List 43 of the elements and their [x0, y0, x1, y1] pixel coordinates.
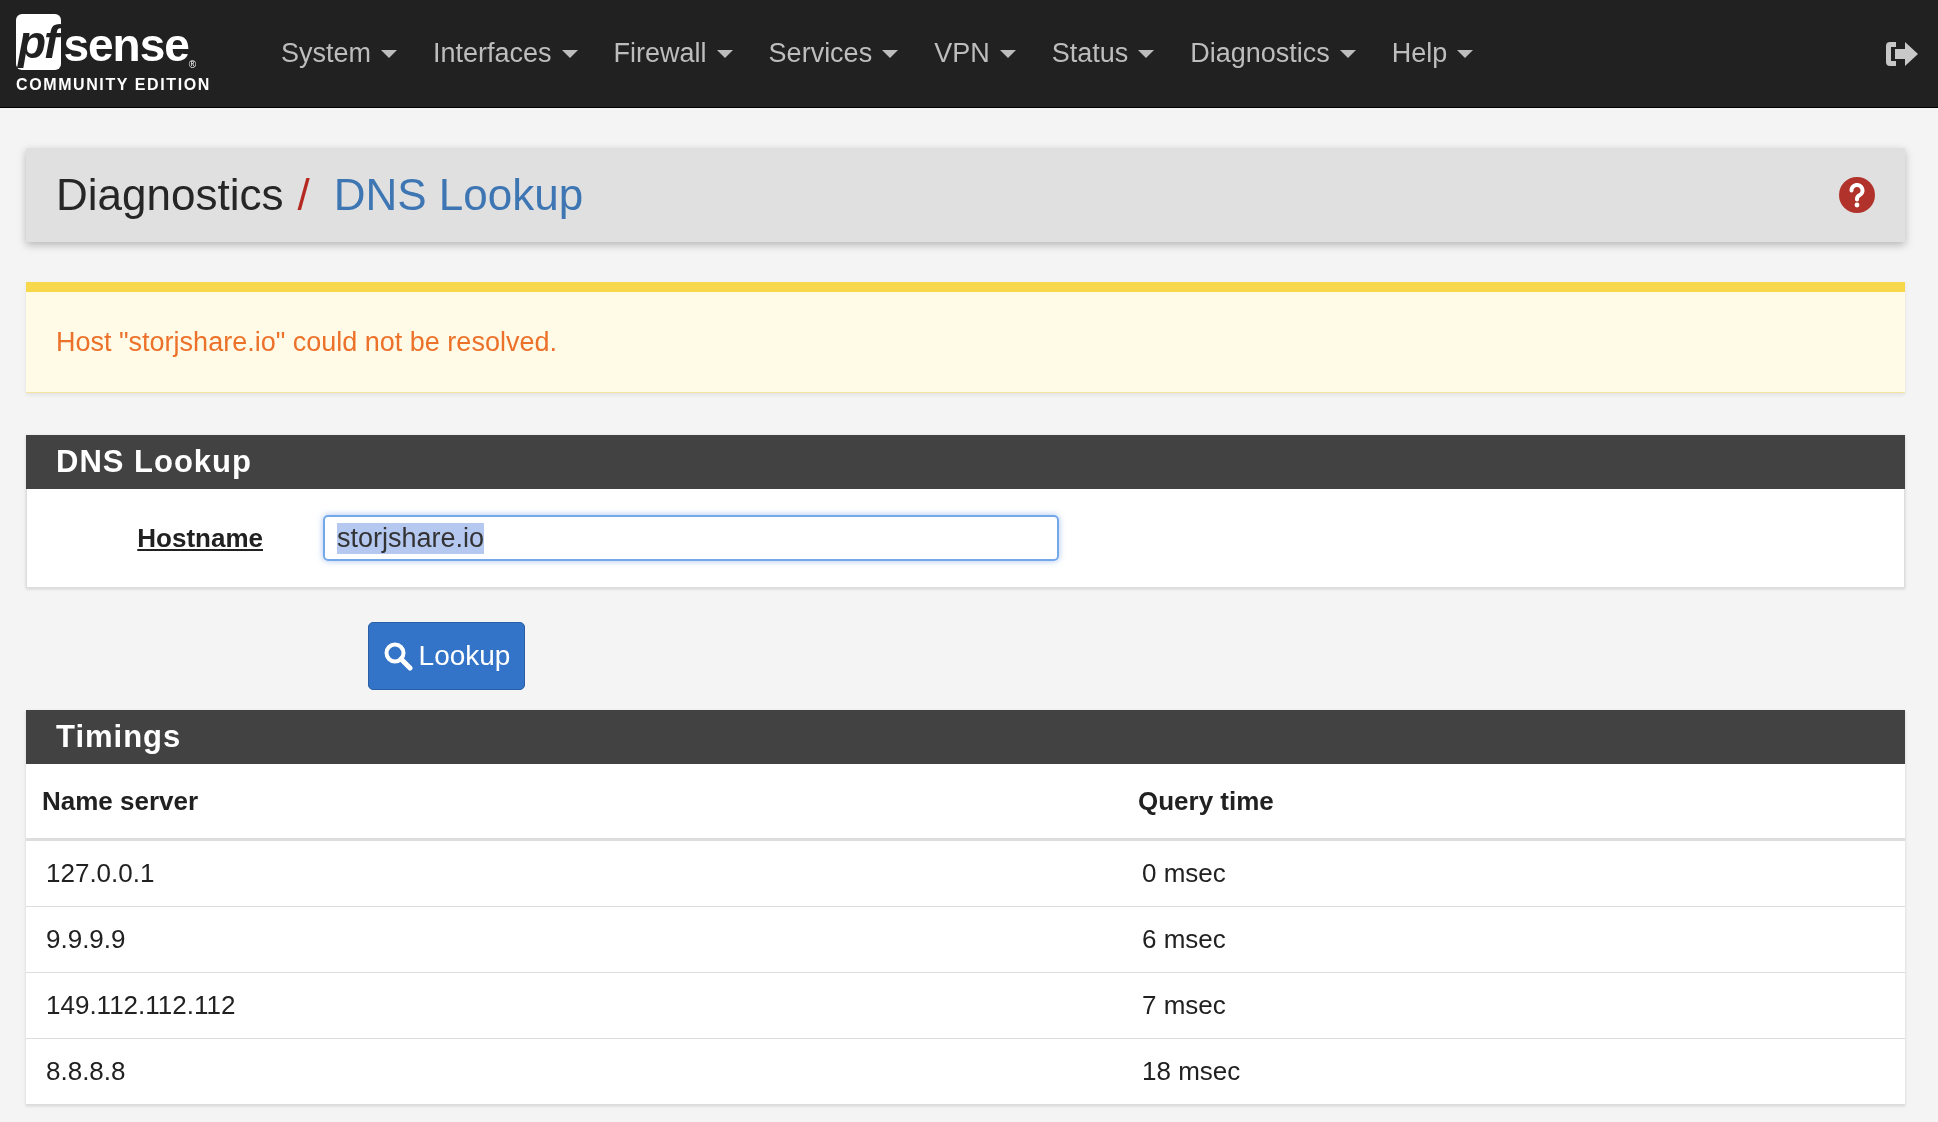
logo-name: sense — [63, 19, 189, 70]
search-icon — [382, 641, 413, 671]
caret-icon — [561, 49, 578, 58]
caret-icon — [1138, 49, 1155, 58]
panel-title: Timings — [56, 719, 182, 755]
hostname-label: Hostname — [136, 522, 264, 554]
table-cell: 18 msec — [1122, 1038, 1905, 1105]
caret-icon — [381, 49, 398, 58]
nav-menu-item[interactable]: Interfaces — [433, 38, 578, 69]
logo-tagline: COMMUNITY EDITION — [16, 75, 211, 94]
nav-menu-item[interactable]: Diagnostics — [1190, 38, 1356, 69]
caret-icon — [882, 49, 899, 58]
caret-icon — [999, 49, 1016, 58]
logo[interactable]: pfsense® COMMUNITY EDITION — [16, 13, 231, 94]
breadcrumb-separator: / — [297, 170, 310, 220]
lookup-button[interactable]: Lookup — [368, 622, 525, 690]
nav-menu-item[interactable]: VPN — [934, 38, 1016, 69]
table-cell: 127.0.0.1 — [26, 839, 1122, 907]
table-cell: 9.9.9.9 — [26, 906, 1122, 973]
table-cell: 6 msec — [1122, 906, 1905, 973]
table-cell: 149.112.112.112 — [26, 972, 1122, 1039]
table-cell: 8.8.8.8 — [26, 1038, 1122, 1105]
panel-title: DNS Lookup — [56, 444, 252, 480]
column-header: Query time — [1122, 764, 1905, 840]
nav-menu-item[interactable]: Status — [1051, 38, 1155, 69]
breadcrumb-parent[interactable]: Diagnostics — [56, 170, 284, 220]
caret-icon — [716, 49, 733, 58]
help-icon[interactable] — [1839, 177, 1875, 213]
nav-menu-item[interactable]: Help — [1391, 38, 1474, 69]
logo-mark: pf — [16, 13, 62, 70]
nav-menu-item[interactable]: System — [281, 38, 398, 69]
nav-menu-item[interactable]: Firewall — [613, 38, 733, 69]
hostname-value: storjshare.io — [337, 522, 485, 554]
table-cell: 0 msec — [1122, 839, 1905, 907]
nav-menu-item[interactable]: Services — [768, 38, 899, 69]
column-header: Name server — [26, 764, 1122, 840]
breadcrumb-current[interactable]: DNS Lookup — [333, 170, 584, 220]
registered-mark: ® — [188, 59, 197, 70]
hostname-field[interactable]: storjshare.io — [323, 515, 1059, 561]
table-cell: 7 msec — [1122, 972, 1905, 1039]
alert-message: Host "storjshare.io" could not be resolved. — [56, 326, 557, 358]
caret-icon — [1457, 49, 1474, 58]
caret-icon — [1339, 49, 1356, 58]
